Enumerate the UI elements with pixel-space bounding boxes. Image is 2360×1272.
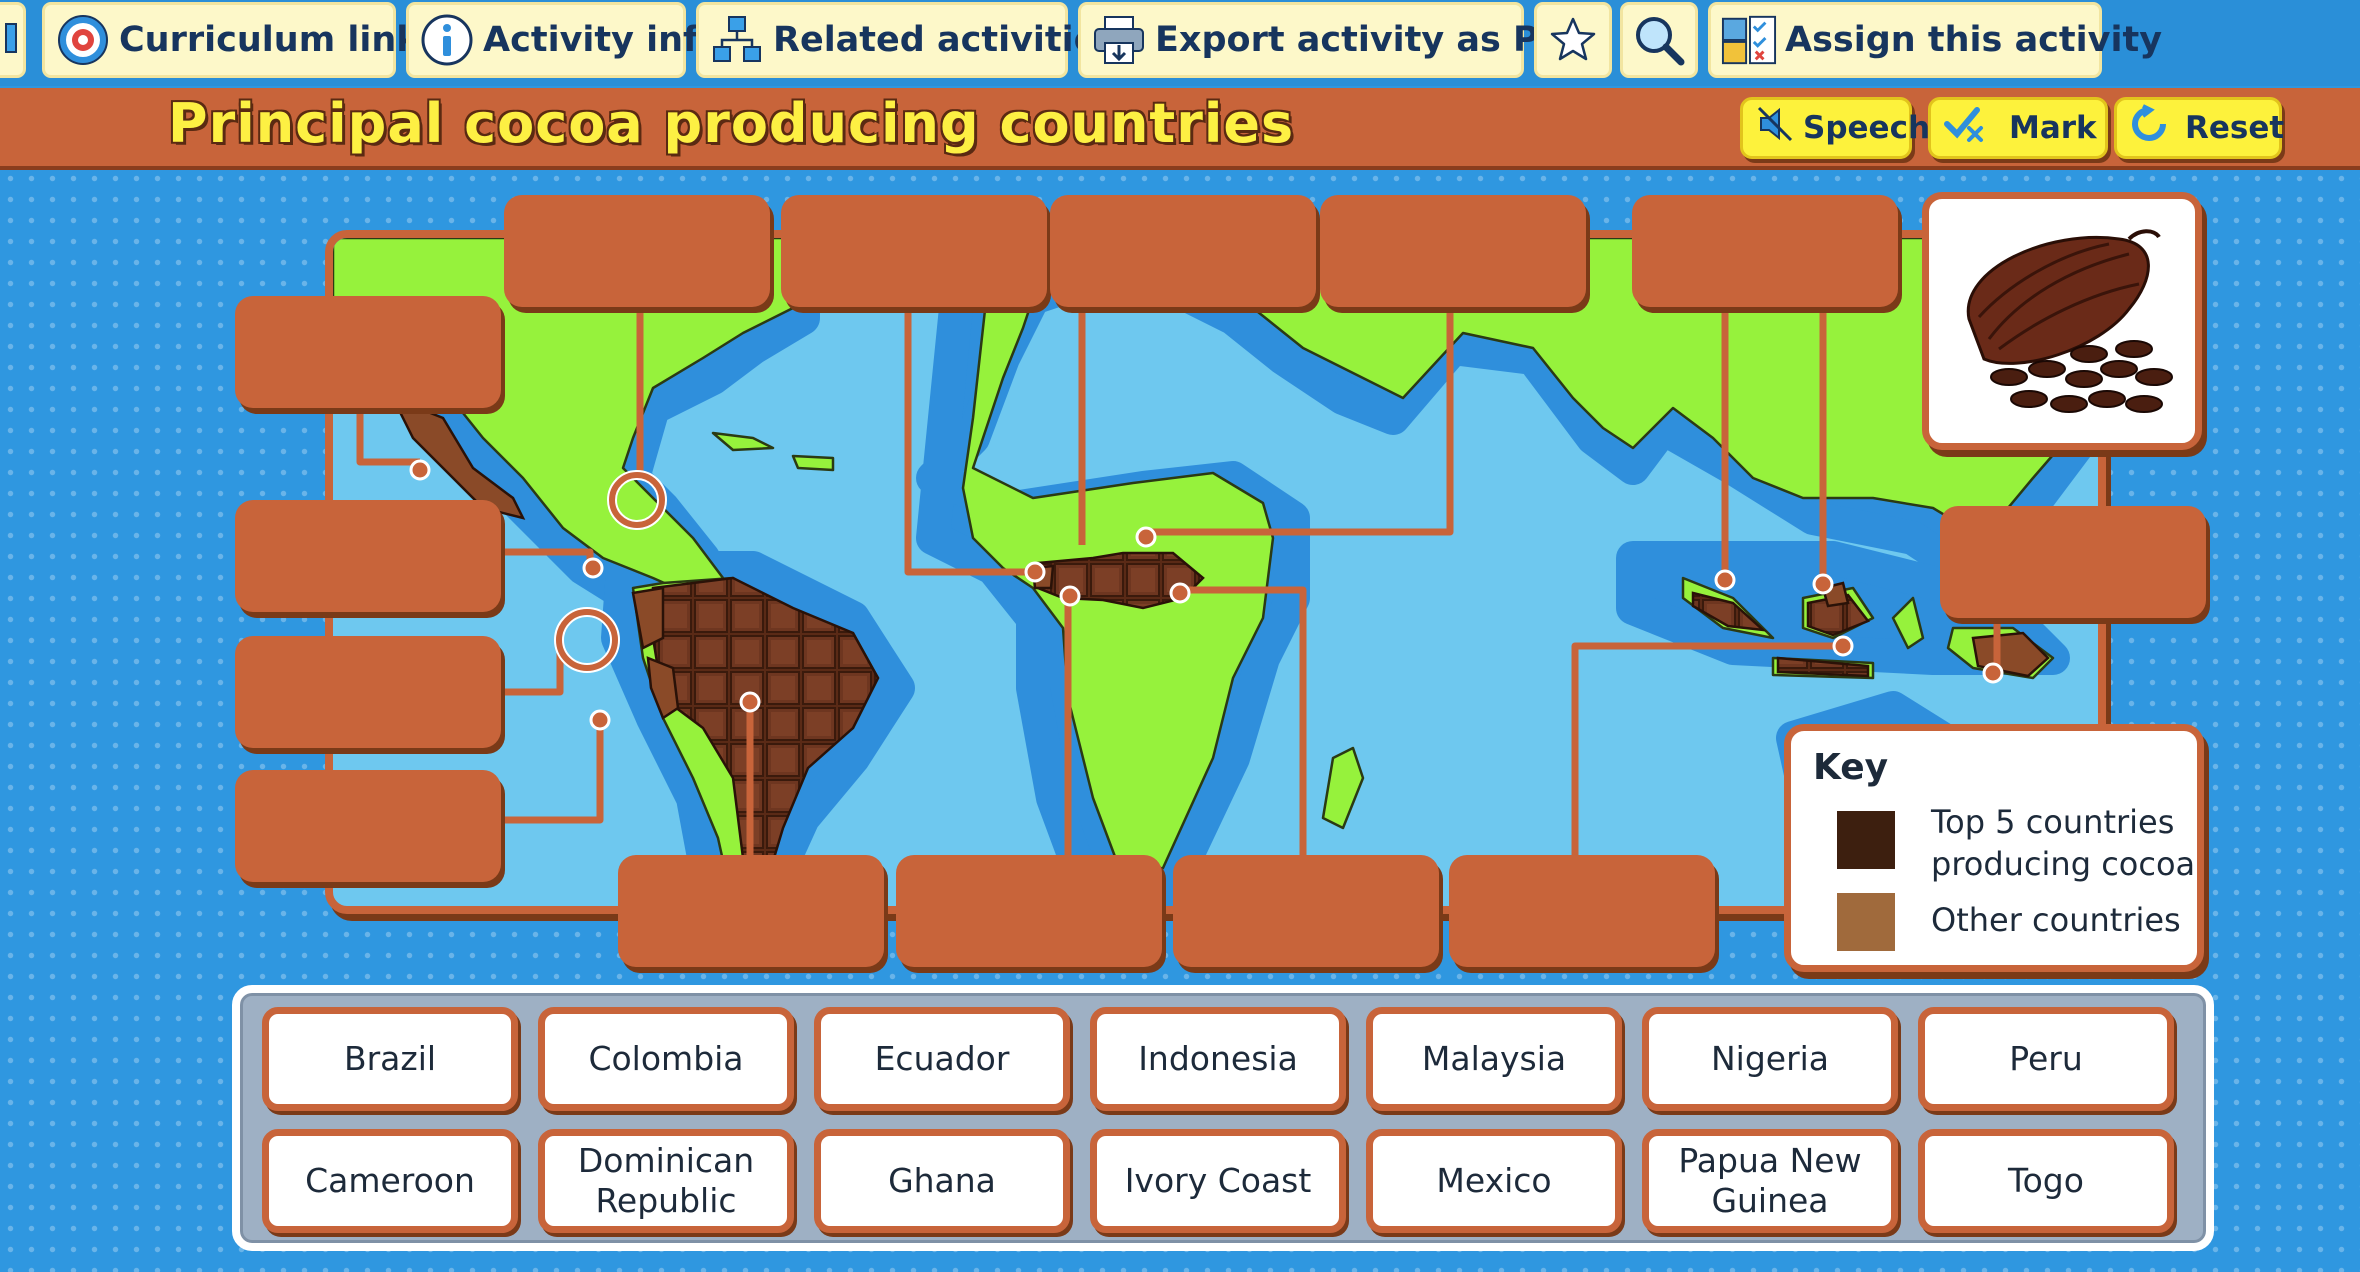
assign-activity-button[interactable]: Assign this activity: [1708, 2, 2162, 78]
activity-info-label: Activity info: [483, 20, 723, 60]
related-activities-button[interactable]: Related activities: [696, 2, 1118, 78]
word-card[interactable]: Ghana: [814, 1129, 1070, 1233]
map-key: Key Top 5 countries producing cocoa Othe…: [1784, 724, 2204, 972]
reset-label: Reset: [2185, 110, 2285, 146]
export-pdf-button[interactable]: Export activity as PDF: [1078, 2, 1592, 78]
assign-checklist-icon: [1721, 12, 1777, 68]
favourite-button[interactable]: [1534, 2, 1612, 78]
page-title: Principal cocoa producing countries: [168, 92, 1295, 155]
speaker-muted-icon: [1755, 104, 1795, 152]
key-swatch-top-producers: [1837, 811, 1895, 869]
drop-zone-mexico[interactable]: [235, 296, 501, 408]
mark-label: Mark: [2009, 110, 2097, 146]
word-card[interactable]: Malaysia: [1366, 1007, 1622, 1111]
search-button[interactable]: [1620, 2, 1698, 78]
word-card[interactable]: Colombia: [538, 1007, 794, 1111]
key-title: Key: [1813, 747, 1889, 788]
toolbar: Curriculum links Activity info Related a…: [0, 0, 2360, 86]
drop-zone-ghana[interactable]: [1050, 195, 1316, 307]
menu-tab-button[interactable]: [0, 2, 26, 78]
info-icon: [419, 12, 475, 68]
drop-zone-ecuador[interactable]: [235, 636, 501, 748]
word-bank: Brazil Colombia Ecuador Indonesia Malays…: [232, 985, 2214, 1251]
reset-icon: [2129, 104, 2169, 152]
drop-zone-dominican-republic[interactable]: [504, 195, 770, 307]
curriculum-links-button[interactable]: Curriculum links: [42, 2, 440, 78]
drop-zone-papua-new-guinea[interactable]: [1940, 506, 2206, 618]
assign-activity-label: Assign this activity: [1785, 20, 2163, 60]
drop-zone-togo[interactable]: [896, 855, 1162, 967]
word-card[interactable]: Ivory Coast: [1090, 1129, 1346, 1233]
drop-zone-colombia[interactable]: [235, 500, 501, 612]
word-card[interactable]: Indonesia: [1090, 1007, 1346, 1111]
word-card[interactable]: Mexico: [1366, 1129, 1622, 1233]
pencil-icon: [0, 12, 39, 68]
drop-zone-brazil[interactable]: [618, 855, 884, 967]
mark-button[interactable]: Mark: [1928, 97, 2108, 159]
related-activities-label: Related activities: [773, 20, 1119, 60]
curriculum-links-label: Curriculum links: [119, 20, 441, 60]
word-card[interactable]: Nigeria: [1642, 1007, 1898, 1111]
drop-zone-peru[interactable]: [235, 770, 501, 882]
drop-zone-malaysia[interactable]: [1632, 195, 1898, 307]
printer-icon: [1091, 12, 1147, 68]
target-icon: [55, 12, 111, 68]
key-swatch-other-countries: [1837, 893, 1895, 951]
reset-button[interactable]: Reset: [2114, 97, 2285, 159]
word-card[interactable]: Cameroon: [262, 1129, 518, 1233]
key-label-top-producers: Top 5 countries producing cocoa: [1931, 803, 2196, 883]
activity-info-button[interactable]: Activity info: [406, 2, 722, 78]
magnifier-icon: [1631, 12, 1687, 68]
key-label-other-countries: Other countries: [1931, 901, 2181, 939]
drop-zone-cameroon[interactable]: [1173, 855, 1439, 967]
cocoa-pod-icon: [1966, 229, 2173, 413]
word-card[interactable]: Brazil: [262, 1007, 518, 1111]
word-card[interactable]: Togo: [1918, 1129, 2174, 1233]
word-card[interactable]: Papua New Guinea: [1642, 1129, 1898, 1233]
drop-zone-indonesia[interactable]: [1449, 855, 1715, 967]
speech-button[interactable]: Speech: [1740, 97, 1930, 159]
drop-zone-ivory-coast[interactable]: [781, 195, 1047, 307]
word-card[interactable]: Dominican Republic: [538, 1129, 794, 1233]
speech-label: Speech: [1803, 110, 1931, 146]
hierarchy-icon: [709, 12, 765, 68]
word-card[interactable]: Ecuador: [814, 1007, 1070, 1111]
word-card[interactable]: Peru: [1918, 1007, 2174, 1111]
star-icon: [1545, 12, 1601, 68]
cocoa-pod-picture: [1922, 192, 2202, 450]
tick-cross-icon: [1943, 104, 1987, 152]
drop-zone-nigeria[interactable]: [1320, 195, 1586, 307]
export-pdf-label: Export activity as PDF: [1155, 20, 1592, 60]
title-bar: Principal cocoa producing countries Spee…: [0, 88, 2360, 170]
